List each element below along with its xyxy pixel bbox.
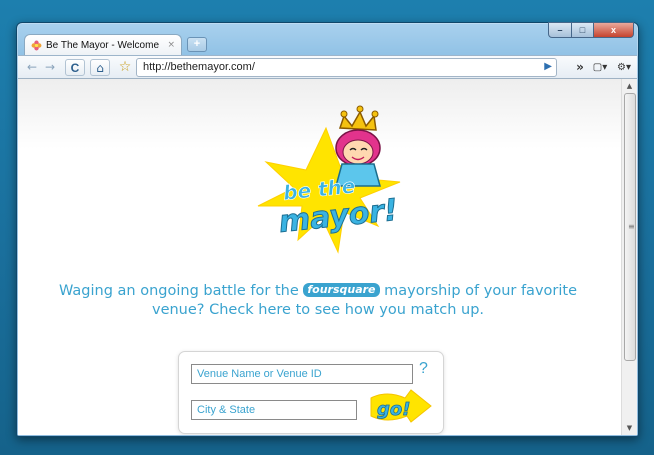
tab-be-the-mayor[interactable]: Be The Mayor - Welcome ×: [24, 34, 182, 55]
page-menu-icon[interactable]: ▢▾: [590, 59, 610, 76]
wrench-menu-icon[interactable]: ⚙▾: [614, 59, 634, 76]
scrollbar-thumb[interactable]: ≡: [624, 93, 636, 361]
go-arrow-icon[interactable]: ▶: [544, 61, 552, 72]
venue-input[interactable]: [191, 364, 413, 384]
vertical-scrollbar[interactable]: ▲ ≡ ▼: [621, 79, 637, 435]
scroll-down-arrow-icon[interactable]: ▼: [622, 421, 637, 435]
page-content: be the mayor! Waging an ongoing battle f…: [18, 79, 621, 435]
help-question-icon[interactable]: ?: [419, 360, 428, 378]
minimize-button[interactable]: –: [548, 22, 572, 38]
tab-title: Be The Mayor - Welcome: [46, 39, 160, 51]
browser-window: Be The Mayor - Welcome × + – □ x ← → C ⌂…: [16, 22, 639, 437]
close-button[interactable]: x: [594, 22, 634, 38]
go-button[interactable]: go!: [367, 388, 433, 424]
scroll-up-arrow-icon[interactable]: ▲: [622, 79, 637, 93]
tagline: Waging an ongoing battle for the foursqu…: [58, 282, 578, 320]
city-state-input[interactable]: [191, 400, 357, 420]
maximize-button[interactable]: □: [572, 22, 594, 38]
more-chevron-icon[interactable]: »: [573, 59, 587, 76]
search-form: ? go!: [178, 351, 444, 434]
window-controls: – □ x: [548, 22, 634, 38]
bookmark-star-icon[interactable]: ☆: [115, 59, 135, 76]
back-arrow-icon[interactable]: ←: [24, 59, 40, 76]
scrollbar-grip-icon: ≡: [628, 222, 635, 231]
reload-icon[interactable]: C: [65, 59, 85, 76]
foursquare-logo: foursquare: [303, 283, 380, 297]
tagline-before: Waging an ongoing battle for the: [59, 283, 299, 299]
crown-icon: [338, 105, 379, 131]
be-the-mayor-logo: be the mayor!: [257, 105, 401, 254]
flower-favicon-icon: [31, 40, 42, 50]
address-bar[interactable]: http://bethemayor.com/ ▶: [136, 58, 557, 77]
tab-close-icon[interactable]: ×: [167, 40, 175, 50]
browser-toolbar: ← → C ⌂ ☆ http://bethemayor.com/ ▶ » ▢▾ …: [18, 55, 637, 79]
new-tab-button[interactable]: +: [187, 37, 207, 52]
forward-arrow-icon[interactable]: →: [42, 59, 58, 76]
go-button-label: go!: [377, 399, 410, 420]
home-icon[interactable]: ⌂: [90, 59, 110, 76]
url-text: http://bethemayor.com/: [143, 61, 255, 73]
